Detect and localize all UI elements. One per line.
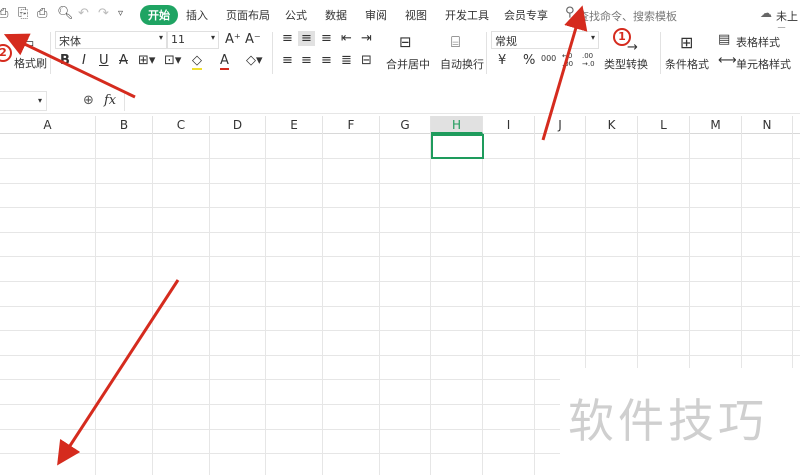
step-1-badge: 1: [613, 28, 631, 46]
arrow-to-save: [3, 33, 136, 99]
arrow-to-bottom: [57, 279, 180, 466]
annotation-arrows: [3, 5, 588, 466]
arrow-to-search: [541, 5, 588, 141]
